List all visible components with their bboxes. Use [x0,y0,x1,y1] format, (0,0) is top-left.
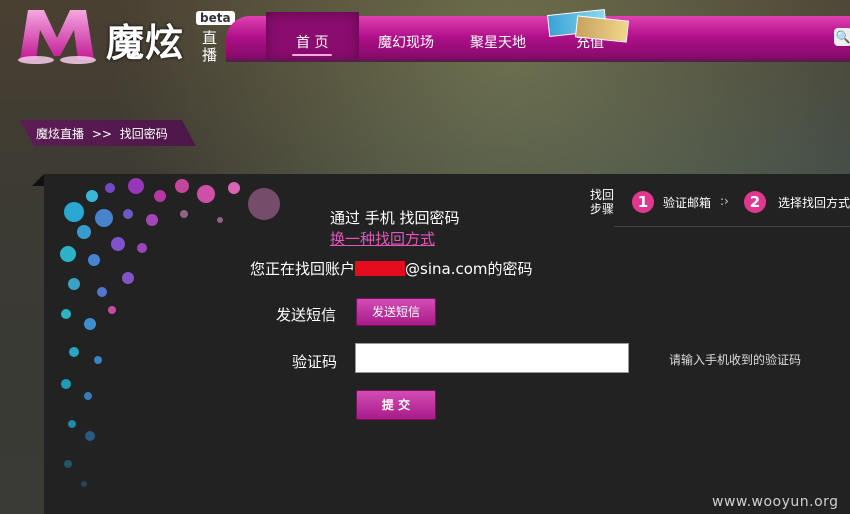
steps-divider [614,226,850,227]
brand-sub: 直播 [202,29,218,64]
code-label: 验证码 [292,353,338,371]
search-icon[interactable]: 🔍 [834,28,850,46]
step-arrow-icon: :› [720,194,729,208]
form-title: 通过 手机 找回密码 [330,209,460,227]
breadcrumb-text: 魔炫直播 >> 找回密码 [36,125,168,142]
step-1-icon: 1 [632,191,654,213]
switch-method-link[interactable]: 换一种找回方式 [330,228,435,249]
code-hint: 请输入手机收到的验证码 [669,353,802,367]
brand-name: 魔炫 [106,20,185,65]
step-2-icon: 2 [744,191,766,213]
redacted-account [355,261,406,276]
account-suffix: @sina.com的密码 [405,260,533,278]
send-sms-button[interactable]: 发送短信 [356,298,436,326]
step-1-label: 验证邮箱 [663,196,712,210]
steps-label: 找回步骤 [590,188,615,216]
breadcrumb-separator: >> [91,127,112,141]
verification-code-input[interactable] [355,343,629,373]
beta-badge: beta [196,11,235,25]
nav-item-home[interactable]: 首 页 [296,32,328,52]
nav-item-magic-live[interactable]: 魔幻现场 [378,32,434,52]
step-2-label: 选择找回方式 [778,196,850,210]
submit-button[interactable]: 提 交 [356,390,436,420]
site-logo[interactable]: 魔炫 beta 直播 [14,4,235,66]
breadcrumb-current: 找回密码 [119,127,168,141]
nav-item-star-world[interactable]: 聚星天地 [470,32,526,52]
sms-label: 发送短信 [276,306,337,324]
nav-active-indicator [292,54,332,56]
breadcrumb-home[interactable]: 魔炫直播 [36,127,84,141]
watermark: www.wooyun.org [712,494,839,510]
account-info: 您正在找回账户 @sina.com的密码 [250,258,533,279]
account-prefix: 您正在找回账户 [250,260,356,278]
main-nav: 首 页 魔幻现场 聚星天地 充值 [226,12,850,62]
logo-m-icon [18,10,96,64]
